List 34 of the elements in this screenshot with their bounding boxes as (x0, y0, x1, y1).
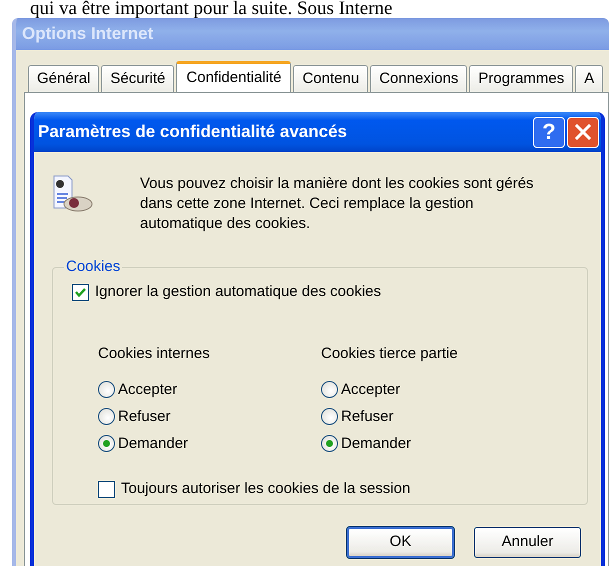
tab[interactable]: Confidentialité (176, 61, 292, 92)
tab[interactable]: Programmes (469, 65, 574, 92)
dialog-button[interactable]: Annuler (474, 527, 581, 558)
radio-button[interactable] (98, 381, 115, 398)
description-text: Vous pouvez choisir la manière dont les cookies sont gérés dans cette zone Internet. Ceci remplace la gestion automatique des cookies. (140, 174, 535, 234)
radio-label: Refuser (341, 406, 394, 426)
window-title: Options Internet (22, 23, 154, 46)
tab[interactable]: Connexions (370, 65, 468, 92)
checkbox-label: Toujours autoriser les cookies de la session (121, 479, 410, 499)
close-button[interactable] (567, 116, 599, 148)
column-heading: Cookies tierce partie (321, 344, 459, 364)
radio-button[interactable] (321, 381, 338, 398)
help-button[interactable]: ? (533, 116, 565, 148)
radio-button[interactable] (321, 408, 338, 425)
radio-button[interactable] (98, 435, 115, 452)
radio-label: Demander (341, 434, 412, 454)
radio-label: Accepter (341, 380, 400, 400)
tab[interactable]: Sécurité (101, 65, 174, 92)
close-icon (574, 123, 592, 141)
checkbox[interactable] (98, 480, 115, 498)
radio-label: Refuser (118, 406, 171, 426)
radio-button[interactable] (98, 408, 115, 425)
column-heading: Cookies internes (98, 344, 211, 364)
checkbox-label: Ignorer la gestion automatique des cookies (95, 282, 382, 302)
tab[interactable]: Général (28, 65, 100, 92)
radio-label: Demander (118, 434, 188, 454)
checkbox[interactable] (72, 284, 89, 300)
tab[interactable]: Contenu (293, 65, 368, 92)
radio-button[interactable] (321, 435, 338, 452)
dialog-button[interactable]: OK (347, 527, 454, 558)
tab[interactable]: A (575, 65, 604, 92)
radio-label: Accepter (118, 380, 178, 400)
body-text: qui va être important pour la suite. Sous Interne (30, 0, 392, 17)
dialog-title: Paramètres de confidentialité avancés (38, 121, 348, 144)
